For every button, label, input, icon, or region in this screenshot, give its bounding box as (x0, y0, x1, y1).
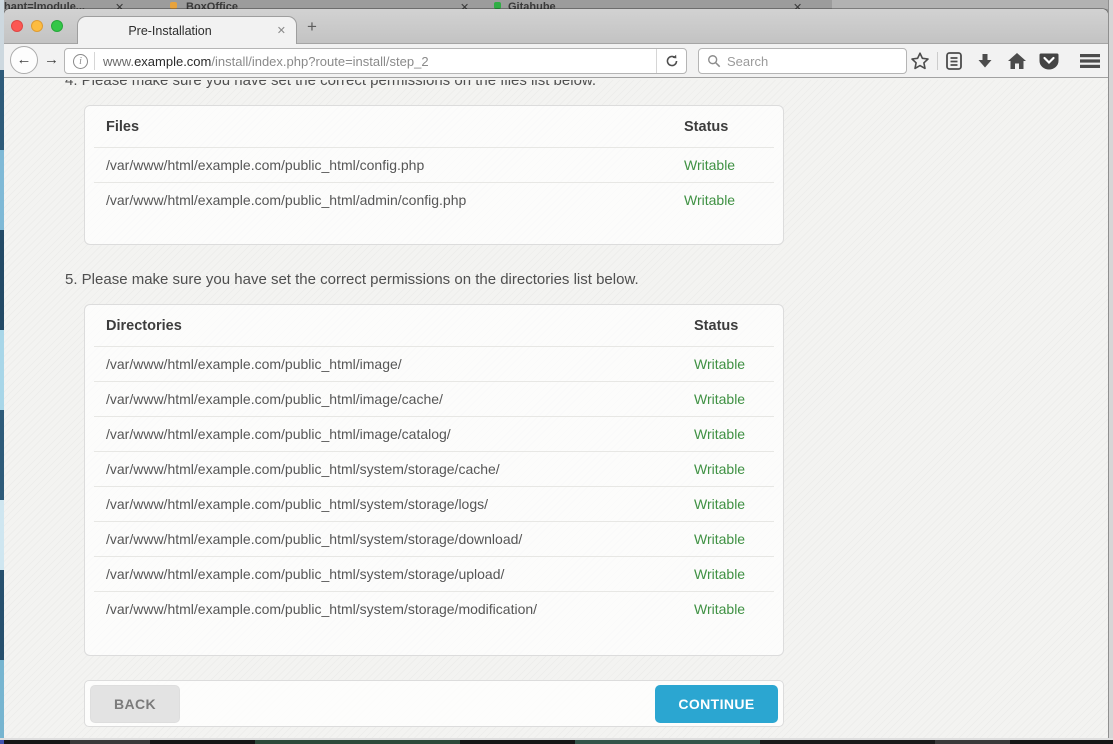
status-badge: Writable (684, 191, 762, 209)
menu-button[interactable] (1076, 48, 1104, 74)
installer-content: 4. Please make sure you have set the cor… (65, 80, 791, 727)
background-tab-close-icon: ✕ (793, 1, 802, 9)
table-row: /var/www/html/example.com/public_html/ad… (94, 182, 774, 217)
background-tab-label: BoxOffice (186, 1, 238, 9)
star-icon (910, 51, 930, 71)
hamburger-icon (1079, 53, 1101, 69)
files-panel: Files Status /var/www/html/example.com/p… (84, 105, 784, 245)
browser-window: Pre-Installation ✕ + ← → i www.example.c… (4, 9, 1108, 739)
tab-close-icon[interactable]: ✕ (277, 24, 286, 37)
table-row: /var/www/html/example.com/public_html/co… (94, 147, 774, 182)
url-text[interactable]: www.example.com/install/index.php?route=… (103, 54, 656, 69)
background-tab-label: Gitahube (508, 1, 556, 9)
status-badge: Writable (694, 565, 762, 583)
tab-title: Pre-Installation (78, 24, 262, 38)
status-badge: Writable (694, 355, 762, 373)
pocket-icon (1039, 52, 1059, 71)
status-badge: Writable (694, 530, 762, 548)
background-window-bottom-sliver (0, 738, 1113, 744)
page-viewport: 4. Please make sure you have set the cor… (4, 80, 1108, 739)
table-row: /var/www/html/example.com/public_html/im… (94, 416, 774, 451)
status-badge: Writable (694, 425, 762, 443)
forward-button[interactable]: → (44, 51, 59, 68)
background-tab-label: hant=lmodule... (4, 1, 85, 9)
downloads-button[interactable] (973, 48, 997, 74)
files-table-header: Files Status (94, 106, 774, 147)
table-row: /var/www/html/example.com/public_html/sy… (94, 556, 774, 591)
divider (937, 52, 938, 70)
reload-button[interactable] (656, 49, 686, 73)
background-tab-close-icon: ✕ (115, 1, 124, 9)
home-icon (1007, 52, 1027, 70)
window-close-button[interactable] (11, 20, 23, 32)
status-badge: Writable (684, 156, 762, 174)
files-header-label: Files (106, 118, 684, 136)
directory-path: /var/www/html/example.com/public_html/sy… (106, 600, 694, 618)
table-row: /var/www/html/example.com/public_html/sy… (94, 521, 774, 556)
bookmarks-menu-button[interactable] (942, 48, 966, 74)
bookmark-star-button[interactable] (908, 48, 932, 74)
directory-path: /var/www/html/example.com/public_html/sy… (106, 460, 694, 478)
home-button[interactable] (1005, 48, 1029, 74)
step-4-instruction: 4. Please make sure you have set the cor… (65, 80, 791, 91)
background-window-area (832, 0, 1113, 9)
search-placeholder: Search (727, 54, 768, 69)
search-icon (707, 54, 721, 68)
url-www: www. (103, 54, 134, 69)
table-row: /var/www/html/example.com/public_html/sy… (94, 486, 774, 521)
directory-path: /var/www/html/example.com/public_html/sy… (106, 495, 694, 513)
site-info-icon[interactable]: i (73, 54, 88, 69)
back-button[interactable]: ← (10, 46, 38, 74)
directory-path: /var/www/html/example.com/public_html/sy… (106, 530, 694, 548)
window-zoom-button[interactable] (51, 20, 63, 32)
file-path: /var/www/html/example.com/public_html/ad… (106, 191, 684, 209)
background-tab-favicon (494, 2, 501, 9)
background-tab-close-icon: ✕ (460, 1, 469, 9)
new-tab-button[interactable]: + (307, 17, 317, 37)
table-row: /var/www/html/example.com/public_html/im… (94, 381, 774, 416)
file-path: /var/www/html/example.com/public_html/co… (106, 156, 684, 174)
directories-header-label: Directories (106, 317, 694, 335)
status-badge: Writable (694, 460, 762, 478)
window-minimize-button[interactable] (31, 20, 43, 32)
directory-path: /var/www/html/example.com/public_html/im… (106, 390, 694, 408)
status-header-label: Status (694, 317, 762, 335)
clipboard-icon (945, 51, 963, 71)
tab-bar: Pre-Installation ✕ + (4, 9, 1108, 44)
table-row: /var/www/html/example.com/public_html/im… (94, 346, 774, 381)
search-input[interactable]: Search (698, 48, 907, 74)
status-badge: Writable (694, 390, 762, 408)
table-row: /var/www/html/example.com/public_html/sy… (94, 451, 774, 486)
screen: hant=lmodule... ✕ BoxOffice ✕ Gitahube ✕… (0, 0, 1113, 744)
background-window-top-sliver: hant=lmodule... ✕ BoxOffice ✕ Gitahube ✕ (0, 0, 1113, 9)
directories-panel: Directories Status /var/www/html/example… (84, 304, 784, 656)
directory-path: /var/www/html/example.com/public_html/im… (106, 355, 694, 373)
status-header-label: Status (684, 118, 762, 136)
background-tab-favicon (170, 2, 177, 9)
navigation-toolbar: ← → i www.example.com/install/index.php?… (4, 44, 1108, 78)
download-arrow-icon (976, 52, 994, 70)
url-path: /install/index.php?route=install/step_2 (211, 54, 428, 69)
status-badge: Writable (694, 495, 762, 513)
directories-table-header: Directories Status (94, 305, 774, 346)
table-row: /var/www/html/example.com/public_html/sy… (94, 591, 774, 626)
pocket-button[interactable] (1037, 48, 1061, 74)
step-5-instruction: 5. Please make sure you have set the cor… (65, 270, 791, 290)
directory-path: /var/www/html/example.com/public_html/im… (106, 425, 694, 443)
background-window-right-sliver (1108, 0, 1113, 744)
url-domain: example.com (134, 54, 211, 69)
back-button-wizard[interactable]: BACK (90, 685, 180, 723)
continue-button[interactable]: CONTINUE (655, 685, 778, 723)
url-bar[interactable]: i www.example.com/install/index.php?rout… (64, 48, 687, 74)
wizard-button-bar: BACK CONTINUE (84, 680, 784, 727)
background-window-left-sliver (0, 0, 4, 744)
reload-icon (665, 54, 679, 68)
directory-path: /var/www/html/example.com/public_html/sy… (106, 565, 694, 583)
status-badge: Writable (694, 600, 762, 618)
tab-pre-installation[interactable]: Pre-Installation ✕ (77, 16, 297, 45)
divider (94, 52, 95, 70)
